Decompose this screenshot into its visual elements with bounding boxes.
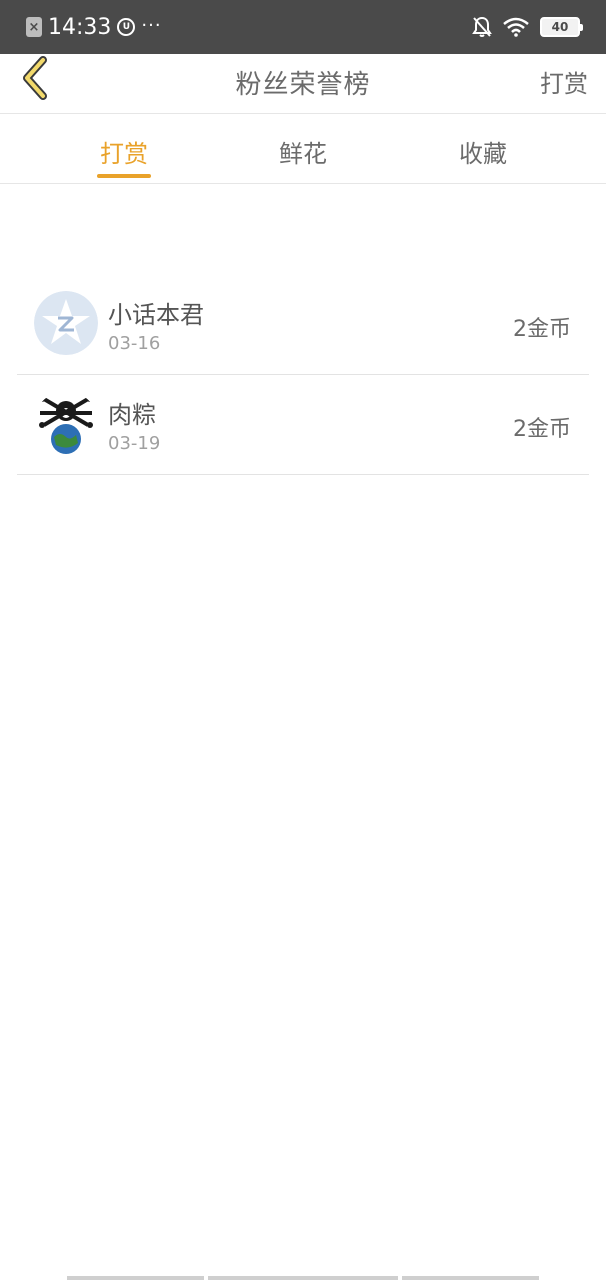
status-time: 14:33 — [48, 14, 112, 40]
status-bar: × 14:33 U ··· 40 — [0, 0, 606, 54]
user-name: 肉粽 — [108, 401, 156, 429]
wifi-icon — [502, 17, 530, 37]
gesture-bar-segment — [402, 1276, 539, 1280]
header-bar: 粉丝荣誉榜 打赏 — [0, 54, 606, 114]
tab-favorites[interactable]: 收藏 — [433, 134, 533, 169]
gesture-bar-segment — [208, 1276, 398, 1280]
reward-amount: 2金币 — [513, 417, 571, 442]
tab-reward[interactable]: 打赏 — [74, 134, 174, 169]
list-item[interactable]: 小话本君 03-16 2金币 — [17, 275, 589, 375]
qzone-icon — [34, 291, 98, 355]
more-notifications-icon: ··· — [141, 14, 162, 36]
battery-icon: 40 — [540, 17, 583, 37]
reward-action-button[interactable]: 打赏 — [540, 64, 588, 99]
list-item[interactable]: 肉粽 03-19 2金币 — [17, 375, 589, 475]
status-right: 40 — [472, 16, 583, 38]
reward-date: 03-19 — [108, 433, 161, 454]
reward-amount: 2金币 — [513, 317, 571, 342]
tab-flowers[interactable]: 鲜花 — [253, 134, 353, 169]
no-sim-icon: × — [26, 17, 42, 37]
page-title: 粉丝荣誉榜 — [235, 70, 371, 100]
reward-date: 03-16 — [108, 333, 161, 354]
gesture-bar-segment — [67, 1276, 204, 1280]
fan-list: 小话本君 03-16 2金币 肉粽 03-19 2金币 — [17, 275, 589, 475]
gesture-bar — [67, 1276, 539, 1280]
status-left: × 14:33 U ··· — [26, 15, 162, 40]
bell-off-icon — [472, 16, 492, 38]
active-tab-indicator — [97, 174, 151, 178]
tab-bar: 打赏 鲜花 收藏 — [0, 114, 606, 184]
globe-character-avatar — [34, 391, 98, 455]
data-saver-icon: U — [117, 18, 136, 36]
user-name: 小话本君 — [108, 301, 204, 329]
